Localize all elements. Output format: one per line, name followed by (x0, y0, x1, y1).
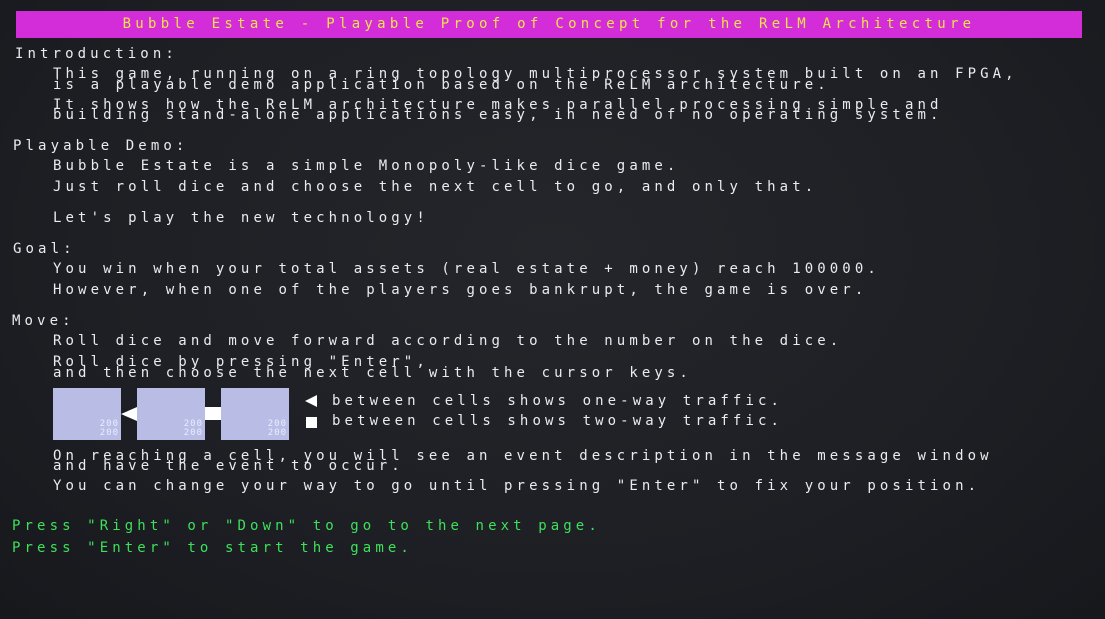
cell-value: 200 200 (99, 419, 119, 438)
one-way-arrow-icon (305, 395, 317, 407)
cell-value: 200 200 (183, 419, 203, 438)
goal-line-2: However, when one of the players goes ba… (53, 282, 868, 298)
title-bar: Bubble Estate - Playable Proof of Concep… (16, 11, 1082, 38)
goal-line-1: You win when your total assets (real est… (53, 261, 880, 277)
move-after-line-3: You can change your way to go until pres… (53, 478, 981, 494)
move-heading: Move: (12, 313, 75, 329)
demo-line-1: Bubble Estate is a simple Monopoly-like … (53, 158, 680, 174)
two-way-square-icon (306, 417, 317, 428)
cell-value: 200 200 (267, 419, 287, 438)
intro-line-2: is a playable demo application based on … (53, 77, 830, 93)
move-line-3: and then choose the next cell with the c… (53, 365, 692, 381)
goal-heading: Goal: (13, 241, 76, 257)
intro-line-4: building stand-alone applications easy, … (53, 107, 943, 123)
game-screen: Bubble Estate - Playable Proof of Concep… (0, 0, 1105, 619)
demo-line-3: Let's play the new technology! (53, 210, 429, 226)
next-page-prompt: Press "Right" or "Down" to go to the nex… (12, 518, 601, 534)
board-cell: 200 200 (221, 388, 289, 440)
two-way-square-icon (205, 407, 221, 420)
page-title: Bubble Estate - Playable Proof of Concep… (122, 16, 976, 32)
intro-heading: Introduction: (15, 46, 178, 62)
demo-line-2: Just roll dice and choose the next cell … (53, 179, 818, 195)
board-cell: 200 200 (53, 388, 121, 440)
move-after-line-2: and have the event to occur. (53, 458, 404, 474)
start-game-prompt: Press "Enter" to start the game. (12, 540, 413, 556)
move-line-1: Roll dice and move forward according to … (53, 333, 843, 349)
legend-one-way: between cells shows one-way traffic. (332, 393, 784, 409)
one-way-arrow-icon (121, 407, 137, 421)
cell-diagram: 200 200 200 200 200 200 (53, 388, 293, 440)
board-cell: 200 200 (137, 388, 205, 440)
demo-heading: Playable Demo: (13, 138, 189, 154)
legend-two-way: between cells shows two-way traffic. (332, 413, 784, 429)
